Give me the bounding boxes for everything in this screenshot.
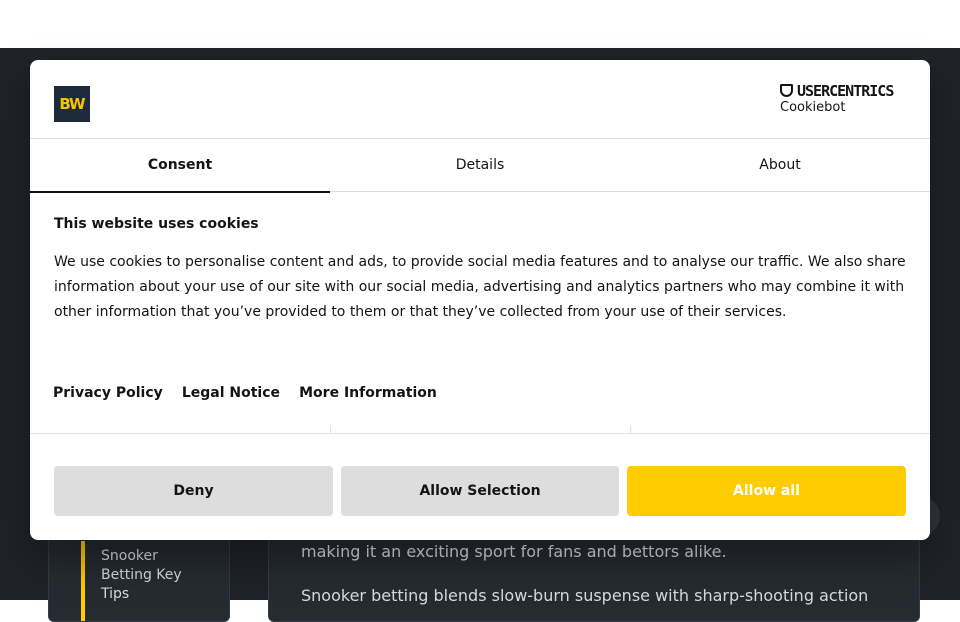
divider-tick	[330, 425, 331, 433]
toc-link-snooker-tips[interactable]: Snooker Betting Key Tips	[101, 547, 211, 604]
dialog-title: This website uses cookies	[54, 216, 259, 232]
cookie-consent-dialog: BW USERCENTRICS Cookiebot Consent Detail…	[30, 60, 930, 540]
allow-selection-button[interactable]: Allow Selection	[341, 466, 619, 516]
policy-links: Privacy Policy Legal Notice More Informa…	[53, 382, 451, 404]
brand-name: USERCENTRICS	[797, 82, 894, 100]
site-logo: BW	[54, 86, 90, 122]
consent-tabs: Consent Details About	[30, 139, 930, 193]
tab-details[interactable]: Details	[330, 139, 630, 191]
more-information-link[interactable]: More Information	[299, 385, 437, 401]
dialog-description: We use cookies to personalise content an…	[54, 254, 906, 320]
shield-icon	[780, 84, 793, 97]
toc-active-indicator	[81, 541, 85, 621]
article-paragraph: Snooker betting blends slow-burn suspens…	[301, 586, 869, 605]
tab-about[interactable]: About	[630, 139, 930, 191]
legal-notice-link[interactable]: Legal Notice	[182, 385, 280, 401]
privacy-policy-link[interactable]: Privacy Policy	[53, 385, 163, 401]
tab-consent[interactable]: Consent	[30, 139, 330, 193]
divider-tick	[630, 425, 631, 433]
site-header	[0, 0, 960, 48]
article-paragraph: making it an exciting sport for fans and…	[301, 542, 727, 561]
divider	[30, 425, 930, 434]
allow-all-button[interactable]: Allow all	[627, 466, 906, 516]
deny-button[interactable]: Deny	[54, 466, 333, 516]
usercentrics-cookiebot-logo[interactable]: USERCENTRICS Cookiebot	[780, 82, 910, 122]
dialog-header: BW USERCENTRICS Cookiebot	[30, 60, 930, 139]
brand-sub: Cookiebot	[780, 100, 846, 115]
